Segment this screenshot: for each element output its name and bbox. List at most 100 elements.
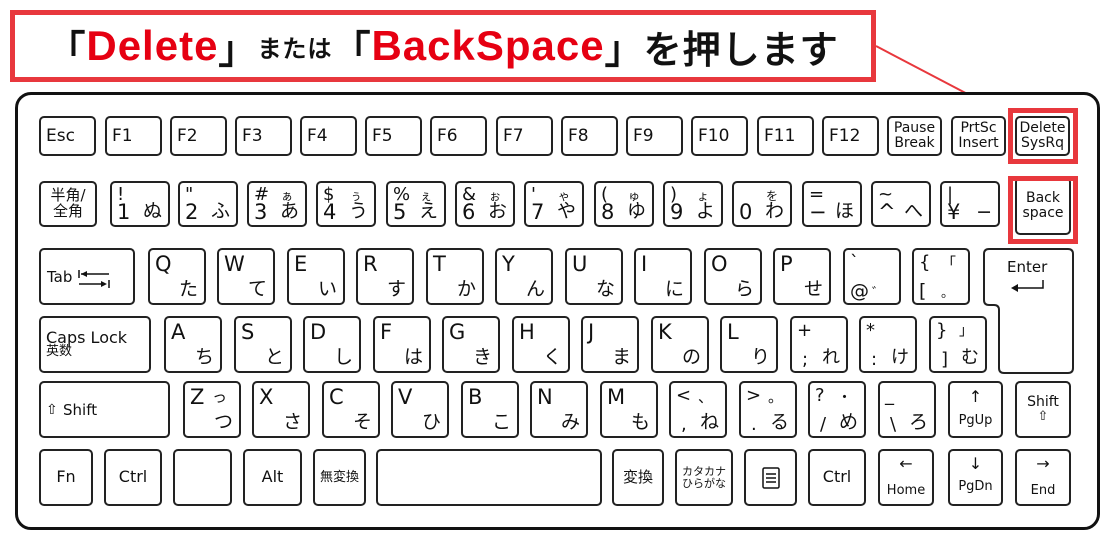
key-f1[interactable]: F1	[105, 116, 162, 156]
key-main-label: L	[727, 320, 739, 344]
key-q[interactable]: Qた	[148, 248, 206, 305]
key-i[interactable]: Iに	[634, 248, 692, 305]
key-muhenkan[interactable]: 無変換	[313, 449, 366, 506]
key-katakana-hiragana[interactable]: カタカナ ひらがな	[675, 449, 733, 506]
key-left-home[interactable]: ← Home	[878, 449, 934, 506]
key-u[interactable]: Uな	[565, 248, 623, 305]
key-esc[interactable]: Esc	[39, 116, 96, 156]
key-8[interactable]: (ゅ 8 ゆ	[594, 181, 654, 227]
key->[interactable]: > 。. る	[739, 381, 797, 438]
key-windows[interactable]	[173, 449, 232, 506]
key-label: F12	[829, 126, 861, 146]
key-<[interactable]: < 、, ね	[669, 381, 727, 438]
key-}[interactable]: } 」] む	[929, 316, 987, 373]
key-`[interactable]: ` @ ゛	[843, 248, 901, 305]
key-r[interactable]: Rす	[356, 248, 414, 305]
key-label: F10	[698, 126, 730, 146]
key-o[interactable]: Oら	[704, 248, 762, 305]
key-label: F5	[372, 126, 393, 146]
key-6[interactable]: & ぉ 6 お	[455, 181, 515, 227]
key-caps-lock[interactable]: Caps Lock 英数	[39, 316, 151, 373]
key-f7[interactable]: F7	[496, 116, 553, 156]
key-hankaku-zenkaku[interactable]: 半角/全角	[39, 181, 97, 227]
key-f3[interactable]: F3	[235, 116, 292, 156]
key-4[interactable]: $ ぅ 4 う	[316, 181, 376, 227]
key-*[interactable]: *: け	[859, 316, 917, 373]
key-main-label: G	[449, 320, 466, 344]
key-kana-label: り	[750, 346, 770, 368]
key-^[interactable]: ~ ^ へ	[871, 181, 931, 227]
key-f2[interactable]: F2	[170, 116, 227, 156]
key-f6[interactable]: F6	[430, 116, 487, 156]
key-menu[interactable]	[744, 449, 797, 506]
key-main-label: 8	[601, 200, 615, 224]
key-d[interactable]: Dし	[303, 316, 361, 373]
key-kana-label: し	[333, 346, 353, 368]
key-kana-label: わ	[764, 200, 784, 222]
key-w[interactable]: Wて	[217, 248, 275, 305]
key-f9[interactable]: F9	[626, 116, 683, 156]
key-p[interactable]: Pせ	[773, 248, 831, 305]
key-?[interactable]: ? ・ / め	[808, 381, 866, 438]
key-f[interactable]: Fは	[373, 316, 431, 373]
key-f11[interactable]: F11	[757, 116, 814, 156]
key-fn[interactable]: Fn	[39, 449, 93, 506]
key-kana-label: す	[386, 278, 406, 300]
key-right-end[interactable]: → End	[1015, 449, 1071, 506]
key-main-label: 4	[323, 200, 337, 224]
key-1[interactable]: ! 1 ぬ	[110, 181, 170, 227]
key-V[interactable]: Vひ	[391, 381, 449, 438]
key-tab[interactable]: Tab	[39, 248, 135, 305]
key-9[interactable]: ) ょ 9 よ	[663, 181, 723, 227]
key-henkan[interactable]: 変換	[612, 449, 664, 506]
key-j[interactable]: Jま	[581, 316, 639, 373]
key-+[interactable]: +; れ	[790, 316, 848, 373]
key-s[interactable]: Sと	[234, 316, 292, 373]
key-l[interactable]: Lり	[720, 316, 778, 373]
key-kana-label: ぬ	[142, 200, 162, 222]
key-label: F11	[764, 126, 796, 146]
key-B[interactable]: Bこ	[461, 381, 519, 438]
key-−[interactable]: = − ほ	[802, 181, 862, 227]
key-5[interactable]: % ぇ 5 え	[386, 181, 446, 227]
key-enter[interactable]: Enter	[983, 248, 1074, 374]
key-alt[interactable]: Alt	[243, 449, 302, 506]
key-k[interactable]: Kの	[651, 316, 709, 373]
key-f10[interactable]: F10	[691, 116, 748, 156]
key-t[interactable]: Tか	[426, 248, 484, 305]
key-kana-label: け	[891, 347, 909, 368]
key-space[interactable]	[376, 449, 602, 506]
key-right-shift[interactable]: Shift ⇧	[1015, 381, 1071, 438]
key-f4[interactable]: F4	[300, 116, 357, 156]
key-N[interactable]: Nみ	[530, 381, 588, 438]
key-right-ctrl[interactable]: Ctrl	[808, 449, 866, 506]
key-Z[interactable]: Zっつ	[183, 381, 241, 438]
key-0[interactable]: を0わ	[732, 181, 792, 227]
key-X[interactable]: Xさ	[252, 381, 310, 438]
key-f12[interactable]: F12	[822, 116, 879, 156]
key-2[interactable]: " 2 ふ	[178, 181, 238, 227]
key-e[interactable]: Eい	[287, 248, 345, 305]
key-prtsc-insert[interactable]: PrtSc Insert	[951, 116, 1006, 156]
keyword-backspace: BackSpace	[371, 22, 605, 69]
key-down-pgdn[interactable]: ↓ PgDn	[948, 449, 1003, 506]
key-pause-break[interactable]: Pause Break	[887, 116, 942, 156]
key-y[interactable]: Yん	[495, 248, 553, 305]
key-{[interactable]: {「 [。	[912, 248, 970, 305]
key-label: F3	[242, 126, 263, 146]
key-h[interactable]: Hく	[512, 316, 570, 373]
shift-arrow-icon: ⇧	[46, 401, 58, 418]
key-left-ctrl[interactable]: Ctrl	[104, 449, 162, 506]
key-left-shift[interactable]: ⇧ Shift	[39, 381, 170, 438]
key-¥[interactable]: | ¥ −	[940, 181, 1000, 227]
key-g[interactable]: Gき	[442, 316, 500, 373]
key-pgup[interactable]: ↑ PgUp	[948, 381, 1003, 438]
key-7[interactable]: ' ゃ 7 や	[524, 181, 584, 227]
key-f8[interactable]: F8	[561, 116, 618, 156]
key-a[interactable]: Aち	[164, 316, 222, 373]
key-3[interactable]: # ぁ 3 あ	[247, 181, 307, 227]
key-C[interactable]: Cそ	[322, 381, 380, 438]
key-M[interactable]: Mも	[600, 381, 658, 438]
key-_[interactable]: _ \ ろ	[878, 381, 936, 438]
key-f5[interactable]: F5	[365, 116, 422, 156]
